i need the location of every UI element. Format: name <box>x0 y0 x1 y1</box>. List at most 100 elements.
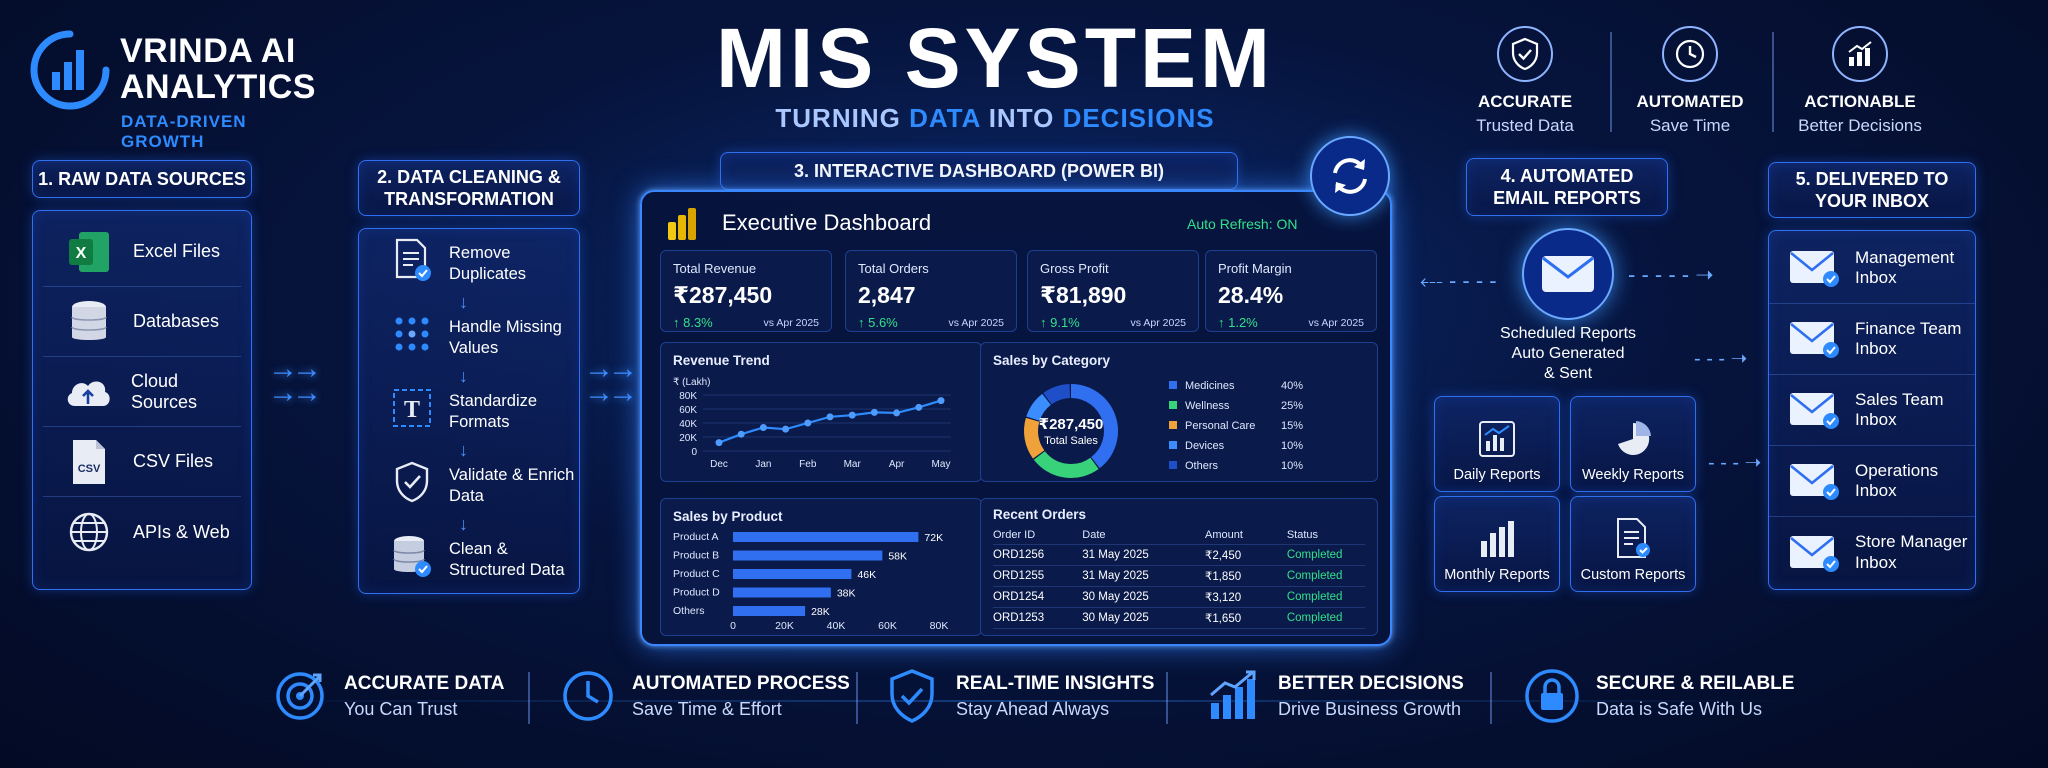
bar <box>733 569 852 579</box>
down-arrow-icon: ↓ <box>459 365 468 386</box>
brand-tagline: DATA-DRIVEN GROWTH <box>121 112 247 151</box>
feature-subtitle: Better Decisions <box>1798 116 1922 135</box>
inbox-operations[interactable]: Operations Inbox <box>1769 446 1975 517</box>
inbox-management[interactable]: Management Inbox <box>1769 233 1975 304</box>
column-header: Order ID <box>993 526 1083 545</box>
refresh-button[interactable] <box>1310 136 1390 216</box>
kpi-comparison: vs Apr 2025 <box>948 317 1004 329</box>
table-row[interactable]: ORD1253 30 May 2025 ₹1,650 Completed <box>993 607 1365 629</box>
cleaning-step-label: Remove Duplicates <box>449 244 527 283</box>
inbox-label: Management <box>1855 247 1955 267</box>
clock-icon <box>1675 39 1705 69</box>
table-row[interactable]: ORD1254 30 May 2025 ₹3,120 Completed <box>993 586 1365 608</box>
dot-grid-icon <box>395 317 429 351</box>
inbox-finance[interactable]: Finance Team Inbox <box>1769 304 1975 375</box>
order-amount: ₹1,850 <box>1205 565 1287 587</box>
mail-check-icon <box>1790 535 1839 572</box>
cloud-upload-icon <box>67 380 110 406</box>
legend-swatch <box>1169 381 1177 389</box>
feature-title: ACTIONABLE <box>1804 92 1916 111</box>
bottom-feature-subtitle: You Can Trust <box>344 698 458 719</box>
kpi-comparison: vs Apr 2025 <box>1308 317 1364 329</box>
step-title-text: 5. DELIVERED TO YOUR INBOX <box>1795 168 1949 212</box>
text-format-icon: T <box>393 389 431 427</box>
bar-category-label: Product B <box>673 550 719 562</box>
table-row[interactable]: ORD1256 31 May 2025 ₹2,450 Completed <box>993 544 1365 566</box>
kpi-value: 2,847 <box>858 282 916 308</box>
divider <box>856 672 858 724</box>
y-tick-label: 40K <box>679 419 697 430</box>
legend-value: 15% <box>1281 420 1303 432</box>
monthly-reports-card[interactable]: Monthly Reports <box>1434 496 1560 592</box>
kpi-comparison: vs Apr 2025 <box>763 317 819 329</box>
custom-report-icon <box>1617 518 1650 558</box>
legend-value: 25% <box>1281 400 1303 412</box>
auto-refresh-status[interactable]: Auto Refresh: ON <box>1187 216 1298 232</box>
mail-check-icon <box>1790 251 1839 287</box>
raw-sources-list: X Excel Files Databases Cloud Sources CS… <box>32 210 252 590</box>
cleaning-step: Handle Missing Values ↓ <box>359 311 579 386</box>
y-tick-label: 0 <box>691 447 697 458</box>
table-row[interactable]: ORD1255 31 May 2025 ₹1,850 Completed <box>993 565 1365 587</box>
data-point <box>804 419 812 427</box>
dashed-connector: - - - - - ➝ <box>1628 262 1714 287</box>
source-csv[interactable]: CSV CSV Files <box>43 427 241 497</box>
sales-by-product-chart: Product A 72K Product B 58K Product C 46K Prod… <box>673 531 949 632</box>
cleaning-step-label: Clean & Structured Data <box>449 540 565 579</box>
legend-label: Devices <box>1185 440 1225 452</box>
excel-icon: X <box>69 231 109 272</box>
source-excel[interactable]: X Excel Files <box>43 217 241 287</box>
database-check-icon <box>393 536 431 577</box>
inbox-store-manager[interactable]: Store Manager Inbox <box>1769 517 1975 588</box>
step-title-text: 3. INTERACTIVE DASHBOARD (POWER BI) <box>793 160 1164 181</box>
legend-swatch <box>1169 421 1177 429</box>
down-arrow-icon: ↓ <box>459 291 468 312</box>
bar-value-label: 46K <box>857 569 876 581</box>
data-point <box>937 397 945 405</box>
step-inbox-title: 5. DELIVERED TO YOUR INBOX <box>1768 162 1976 218</box>
x-tick-label: 80K <box>930 620 949 632</box>
bottom-feature-subtitle: Drive Business Growth <box>1278 698 1462 719</box>
cleaning-step: Validate & Enrich Data ↓ <box>359 459 579 534</box>
inbox-label: Inbox <box>1855 268 1897 287</box>
legend-swatch <box>1169 401 1177 409</box>
kpi-change: ↑ 1.2% <box>1218 315 1258 330</box>
kpi-comparison: vs Apr 2025 <box>1130 317 1186 329</box>
svg-text:X: X <box>76 245 87 262</box>
cleaning-step: T Standardize Formats ↓ <box>359 385 579 460</box>
bar <box>733 587 831 598</box>
daily-reports-card[interactable]: Daily Reports <box>1434 396 1560 492</box>
kpi-value: ₹287,450 <box>673 282 773 308</box>
order-id: ORD1256 <box>993 544 1083 566</box>
email-envelope[interactable] <box>1522 228 1614 320</box>
step-title-text: 4. AUTOMATED EMAIL REPORTS <box>1493 165 1641 209</box>
weekly-reports-card[interactable]: Weekly Reports <box>1570 396 1696 492</box>
globe-icon <box>69 512 109 552</box>
kpi-label: Total Revenue <box>673 261 757 276</box>
divider <box>528 672 530 724</box>
kpi-change: ↑ 9.1% <box>1040 315 1080 330</box>
order-amount: ₹1,650 <box>1205 607 1287 629</box>
down-arrow-icon: ↓ <box>459 513 468 534</box>
order-amount: ₹2,450 <box>1205 544 1287 566</box>
page-title: MIS SYSTEM <box>715 11 1275 105</box>
data-point <box>737 430 745 438</box>
order-date: 31 May 2025 <box>1082 565 1206 587</box>
bar-category-label: Product D <box>673 587 720 599</box>
source-apis[interactable]: APIs & Web <box>43 497 241 567</box>
x-tick-label: Mar <box>844 459 862 470</box>
bottom-feature-decisions: BETTER DECISIONS Drive Business Growth <box>1206 668 1464 724</box>
data-point <box>715 439 723 447</box>
cleaning-step-label: Standardize Formats <box>449 392 538 431</box>
feature-title: AUTOMATED <box>1636 92 1744 111</box>
bar <box>733 532 919 542</box>
custom-reports-card[interactable]: Custom Reports <box>1570 496 1696 592</box>
source-cloud[interactable]: Cloud Sources <box>43 357 241 427</box>
bar-value-label: 58K <box>888 551 907 563</box>
source-databases[interactable]: Databases <box>43 287 241 357</box>
bottom-feature-subtitle: Data is Safe With Us <box>1596 698 1763 719</box>
bar-value-label: 72K <box>924 532 943 544</box>
bottom-feature-subtitle: Save Time & Effort <box>632 698 782 719</box>
inbox-sales[interactable]: Sales Team Inbox <box>1769 375 1975 446</box>
dashboard-title: Executive Dashboard <box>722 210 932 235</box>
